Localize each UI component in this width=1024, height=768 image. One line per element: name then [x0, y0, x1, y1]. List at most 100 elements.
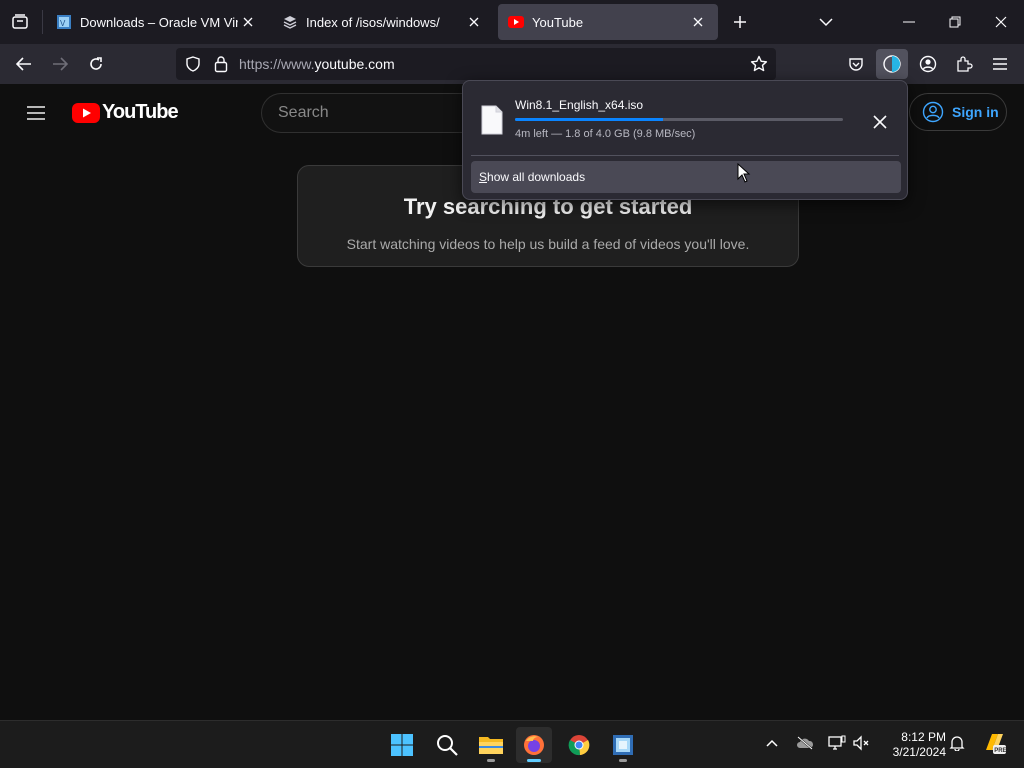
active-indicator — [527, 759, 541, 762]
chrome-icon — [568, 735, 590, 756]
puzzle-icon — [957, 56, 973, 72]
tab-title: YouTube — [532, 14, 584, 30]
minimize-icon — [903, 21, 915, 23]
list-all-tabs-button[interactable] — [814, 10, 838, 34]
url-text[interactable]: https://www.youtube.com — [239, 56, 395, 72]
download-status: 4m left — 1.8 of 4.0 GB (9.8 MB/sec) — [515, 128, 696, 140]
cloud-offline-icon — [797, 736, 814, 750]
tab-close-icon[interactable] — [688, 12, 708, 32]
virtualbox-favicon-icon: V — [56, 14, 72, 30]
download-filename[interactable]: Win8.1_English_x64.iso — [515, 98, 643, 112]
file-explorer-taskbar-button[interactable] — [473, 727, 509, 763]
tracking-protection-shield-icon[interactable] — [186, 56, 200, 77]
show-all-label-rest: how all downloads — [487, 170, 586, 184]
plus-icon — [734, 16, 746, 28]
bookmark-star-icon[interactable] — [750, 55, 768, 78]
copilot-preview-button[interactable]: PRE — [980, 729, 1008, 757]
tab-title: Index of /isos/windows/ — [306, 14, 440, 30]
pocket-icon — [849, 58, 863, 71]
pocket-button[interactable] — [842, 50, 870, 78]
youtube-logo[interactable]: YouTube — [72, 101, 179, 124]
navigation-toolbar: https://www.youtube.com — [0, 44, 1024, 84]
close-icon — [873, 115, 887, 129]
firefox-taskbar-button[interactable] — [516, 727, 552, 763]
youtube-logo-text: YouTube — [102, 101, 179, 123]
reload-button[interactable] — [82, 50, 110, 78]
cancel-download-button[interactable] — [867, 109, 893, 135]
tab-close-icon[interactable] — [464, 12, 484, 32]
extensions-button[interactable] — [950, 50, 978, 78]
firefox-icon — [524, 735, 544, 755]
arrow-left-icon — [16, 57, 31, 71]
reload-icon — [90, 57, 102, 70]
sign-in-button[interactable]: Sign in — [909, 93, 1007, 131]
search-button[interactable] — [429, 727, 465, 763]
user-circle-icon — [922, 101, 944, 123]
show-all-accesskey: S — [479, 170, 488, 184]
show-hidden-icons-button[interactable] — [760, 731, 784, 755]
downloads-panel: Win8.1_English_x64.iso 4m left — 1.8 of … — [462, 80, 908, 200]
download-progress-bar — [515, 118, 843, 121]
tab-close-icon[interactable] — [238, 12, 258, 32]
volume-tray-icon[interactable] — [850, 731, 874, 755]
minimize-button[interactable] — [894, 8, 924, 36]
url-bar[interactable]: https://www.youtube.com — [176, 48, 776, 80]
empty-feed-subtitle: Start watching videos to help us build a… — [346, 236, 750, 252]
close-window-button[interactable] — [986, 8, 1016, 36]
network-tray-icon[interactable] — [825, 731, 849, 755]
network-monitor-icon — [828, 735, 846, 750]
tab-title: Downloads – Oracle VM VirtualBox — [80, 14, 238, 30]
file-icon — [481, 105, 503, 140]
svg-text:V: V — [60, 19, 66, 28]
search-placeholder: Search — [278, 104, 329, 121]
taskbar: 8:12 PM 3/21/2024 PRE — [0, 720, 1024, 768]
downloads-button[interactable] — [876, 49, 908, 79]
app-menu-button[interactable] — [986, 50, 1014, 78]
start-button[interactable] — [384, 727, 420, 763]
virtualbox-taskbar-button[interactable] — [605, 727, 641, 763]
panel-divider — [471, 155, 899, 156]
speaker-muted-icon — [853, 735, 869, 751]
onedrive-tray-icon[interactable] — [793, 731, 817, 755]
firefox-view-icon — [12, 14, 28, 29]
tab-virtualbox[interactable]: V Downloads – Oracle VM VirtualBox — [46, 4, 268, 40]
restore-button[interactable] — [940, 8, 970, 36]
svg-text:PRE: PRE — [994, 748, 1006, 754]
windows-logo-icon — [391, 734, 413, 756]
forward-button[interactable] — [46, 50, 74, 78]
sign-in-label: Sign in — [952, 104, 999, 120]
lock-icon[interactable] — [214, 55, 228, 78]
tab-index-isos[interactable]: Index of /isos/windows/ — [272, 4, 494, 40]
folder-icon — [479, 737, 503, 754]
bell-icon — [949, 736, 965, 751]
taskbar-clock[interactable]: 8:12 PM 3/21/2024 — [876, 730, 946, 760]
download-progress-icon — [883, 55, 901, 73]
download-progress-fill — [515, 118, 663, 121]
youtube-play-logo-icon — [72, 102, 100, 123]
mouse-cursor-icon — [737, 162, 751, 188]
youtube-favicon-icon — [508, 14, 524, 30]
hamburger-menu-icon — [993, 58, 1007, 70]
chrome-taskbar-button[interactable] — [561, 727, 597, 763]
tab-youtube[interactable]: YouTube — [498, 4, 718, 40]
back-button[interactable] — [10, 50, 38, 78]
search-icon — [437, 735, 458, 756]
tab-separator — [42, 10, 43, 34]
notifications-button[interactable] — [945, 731, 969, 755]
account-button[interactable] — [914, 50, 942, 78]
guide-menu-button[interactable] — [24, 101, 48, 125]
new-tab-button[interactable] — [728, 10, 752, 34]
running-indicator — [487, 759, 495, 762]
hamburger-menu-icon — [27, 106, 45, 120]
url-prefix: https://www. — [239, 56, 315, 72]
url-domain: youtube.com — [314, 56, 395, 72]
clock-time: 8:12 PM — [901, 730, 946, 744]
tab-strip: V Downloads – Oracle VM VirtualBox Index… — [0, 0, 1024, 44]
chevron-down-icon — [819, 18, 833, 27]
show-all-downloads-button[interactable]: Show all downloads — [471, 161, 901, 193]
chevron-up-icon — [766, 739, 778, 747]
firefox-view-button[interactable] — [8, 10, 32, 34]
account-icon — [919, 55, 937, 73]
close-icon — [995, 16, 1007, 28]
arrow-right-icon — [53, 57, 68, 71]
